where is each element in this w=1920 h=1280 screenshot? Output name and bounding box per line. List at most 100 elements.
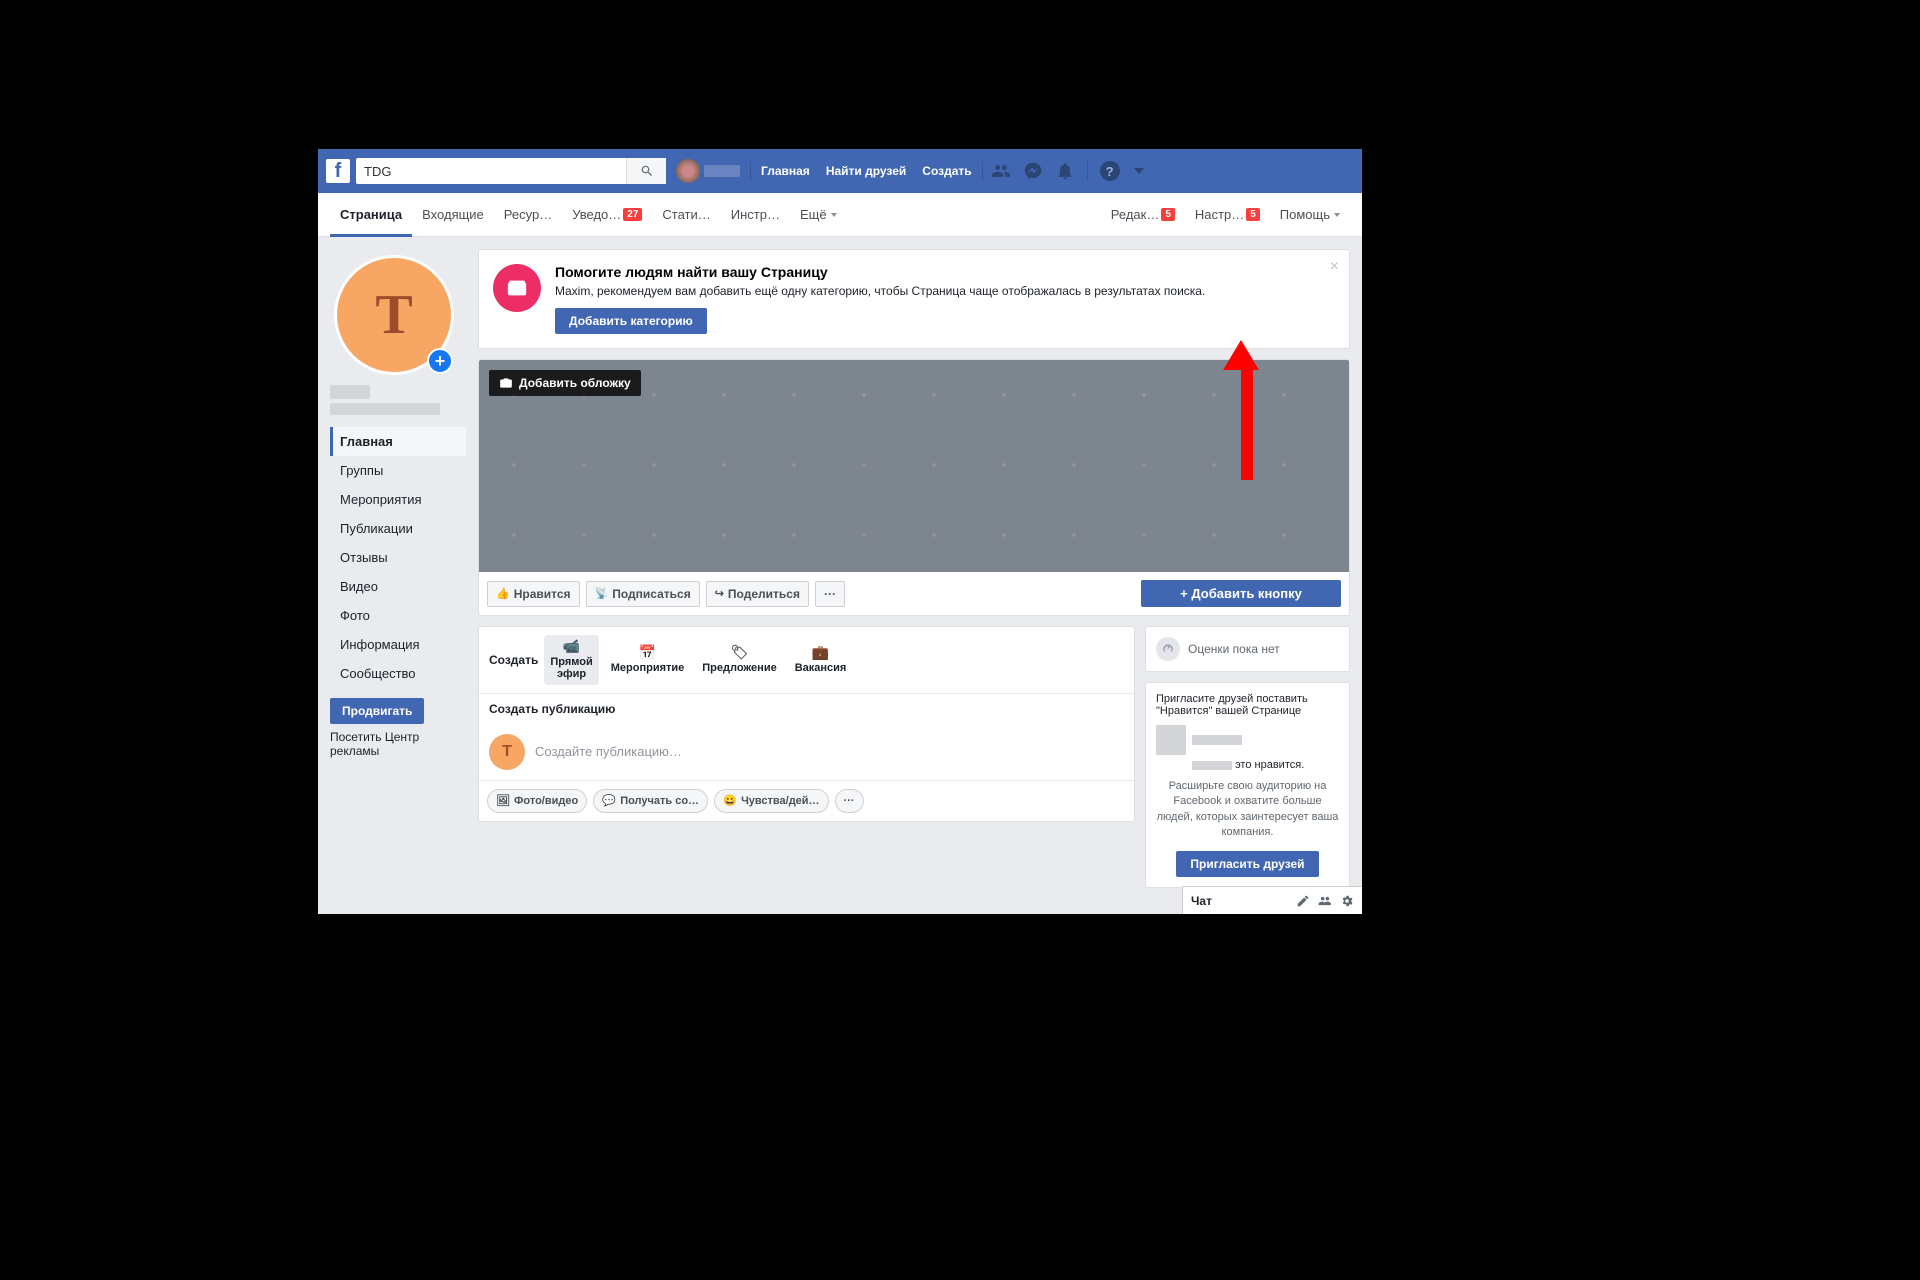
nav-home[interactable]: Главная [753,149,818,193]
opt-live[interactable]: 📹Прямой эфир [544,635,598,685]
nav-create[interactable]: Создать [914,149,979,193]
gear-icon[interactable] [1340,894,1354,908]
account-menu-caret[interactable] [1134,168,1144,174]
composer-card: Создать 📹Прямой эфир 📅Мероприятие 🏷Предл… [478,626,1135,822]
friends-icon[interactable] [991,161,1011,181]
nav-about[interactable]: Информация [330,630,466,659]
chevron-down-icon [831,213,837,217]
add-cover-button[interactable]: Добавить обложку [489,370,641,396]
left-column: T + Главная Группы Мероприятия Публикаци… [330,249,466,888]
page-name-blur [330,385,370,399]
add-photo-badge[interactable]: + [427,348,453,374]
user-name-blur [704,165,740,177]
main-column: Помогите людям найти вашу Страницу Maxim… [478,249,1350,888]
follow-button[interactable]: 📡Подписаться [586,581,700,607]
tip-card: Помогите людям найти вашу Страницу Maxim… [478,249,1350,349]
tab-tools[interactable]: Инстр… [721,193,790,236]
thumb-icon: 👍 [496,587,510,600]
group-icon[interactable] [1318,894,1332,908]
chip-feeling[interactable]: 😀Чувства/дей… [714,789,829,813]
tab-page[interactable]: Страница [330,193,412,236]
nav-photos[interactable]: Фото [330,601,466,630]
camera-icon [499,376,513,390]
chip-more[interactable]: ··· [835,789,864,813]
profile-letter: T [375,283,412,347]
messenger-icon: 💬 [602,794,616,808]
nav-videos[interactable]: Видео [330,572,466,601]
facebook-logo[interactable]: f [326,159,350,183]
tab-more[interactable]: Ещё [790,193,847,236]
chevron-down-icon [1334,213,1340,217]
category-icon [493,264,541,312]
opt-offer[interactable]: 🏷Предложение [696,641,782,678]
messenger-icon[interactable] [1023,161,1043,181]
share-icon: ↪ [715,587,724,600]
invite-friend-row [1156,725,1339,755]
photo-icon: 🖼 [496,794,510,808]
user-avatar[interactable] [676,159,700,183]
friend-avatar-blur [1156,725,1186,755]
more-button[interactable]: ··· [815,581,845,607]
promote-button[interactable]: Продвигать [330,698,424,724]
tab-insights[interactable]: Стати… [652,193,720,236]
nav-friends[interactable]: Найти друзей [818,149,914,193]
cover-card: Добавить обложку 👍Нравится 📡Подписаться … [478,359,1350,616]
search-input[interactable] [356,164,626,179]
page-tabs: Страница Входящие Ресур… Уведо…27 Стати…… [318,193,1362,237]
chat-label: Чат [1191,894,1212,908]
tab-notifications[interactable]: Уведо…27 [562,193,652,236]
tab-edit[interactable]: Редак…5 [1101,193,1185,236]
ad-center-link[interactable]: Посетить Центр рекламы [330,730,466,758]
opt-event[interactable]: 📅Мероприятие [605,641,691,678]
create-label: Создать [489,653,538,667]
app-window: f Главная Найти друзей Создать ? Страниц… [318,149,1362,914]
search-wrap [356,158,666,184]
nav-posts[interactable]: Публикации [330,514,466,543]
share-button[interactable]: ↪Поделиться [706,581,809,607]
help-icon[interactable]: ? [1100,161,1120,181]
close-tip-button[interactable]: × [1330,258,1339,276]
briefcase-icon: 💼 [812,645,829,660]
tab-resources[interactable]: Ресур… [494,193,562,236]
invite-card: Пригласите друзей поставить "Нравится" в… [1145,682,1350,888]
nav-groups[interactable]: Группы [330,456,466,485]
chip-photo[interactable]: 🖼Фото/видео [487,789,587,813]
smiley-icon: 😀 [723,794,737,808]
tab-help[interactable]: Помощь [1270,193,1350,236]
tip-title: Помогите людям найти вашу Страницу [555,264,1205,280]
composer-avatar: T [489,734,525,770]
speedometer-icon [1156,637,1180,661]
add-category-button[interactable]: Добавить категорию [555,308,707,334]
nav-community[interactable]: Сообщество [330,659,466,688]
calendar-icon: 📅 [639,645,656,660]
rss-icon: 📡 [595,587,609,600]
tab-settings[interactable]: Настр…5 [1185,193,1270,236]
nav-reviews[interactable]: Отзывы [330,543,466,572]
edit-badge: 5 [1161,208,1175,221]
invite-friends-button[interactable]: Пригласить друзей [1176,851,1318,877]
invite-hint: Пригласите друзей поставить "Нравится" в… [1156,693,1339,717]
chip-messages[interactable]: 💬Получать со… [593,789,708,813]
tag-icon: 🏷 [731,645,749,660]
like-button[interactable]: 👍Нравится [487,581,580,607]
left-nav: Главная Группы Мероприятия Публикации От… [330,427,466,688]
bell-icon[interactable] [1055,161,1075,181]
create-row: Создать 📹Прямой эфир 📅Мероприятие 🏷Предл… [479,627,1134,694]
composer[interactable]: T Создайте публикацию… [479,724,1134,780]
cover-area[interactable]: Добавить обложку [479,360,1349,572]
composer-actions: 🖼Фото/видео 💬Получать со… 😀Чувства/дей… … [479,780,1134,821]
composer-title: Создать публикацию [479,694,1134,724]
page-actions: 👍Нравится 📡Подписаться ↪Поделиться ··· +… [479,572,1349,615]
page-body: T + Главная Группы Мероприятия Публикаци… [318,237,1362,900]
chat-dock[interactable]: Чат [1182,886,1362,914]
add-cta-button[interactable]: + Добавить кнопку [1141,580,1341,607]
rating-text: Оценки пока нет [1188,642,1280,656]
nav-home[interactable]: Главная [330,427,466,456]
search-button[interactable] [626,158,666,184]
tab-inbox[interactable]: Входящие [412,193,494,236]
opt-job[interactable]: 💼Вакансия [789,641,853,678]
profile-picture[interactable]: T + [334,255,454,375]
likes-suffix: это нравится. [1235,759,1304,771]
nav-events[interactable]: Мероприятия [330,485,466,514]
compose-icon[interactable] [1296,894,1310,908]
